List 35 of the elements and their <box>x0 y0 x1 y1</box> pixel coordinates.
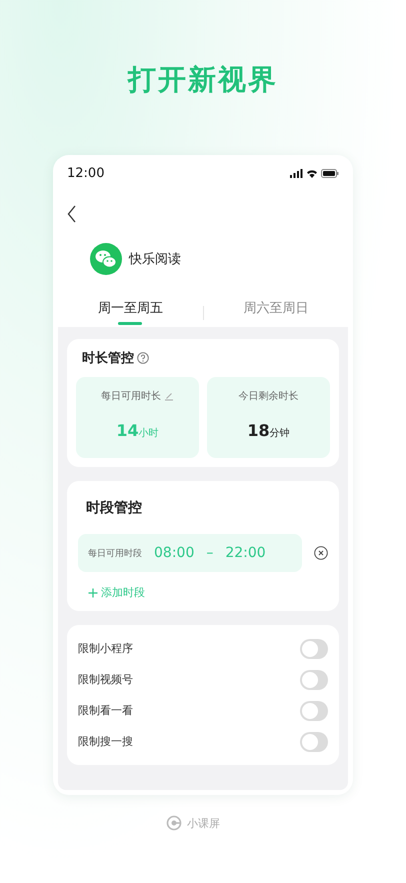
app-name: 快乐阅读 <box>129 251 181 268</box>
remove-icon[interactable] <box>314 546 328 560</box>
toggle-switch[interactable] <box>300 670 328 690</box>
battery-icon <box>321 168 339 178</box>
tile-label: 今日剩余时长 <box>238 390 298 403</box>
day-tab[interactable]: 周一至周五 <box>58 299 202 327</box>
period-label: 每日可用时段 <box>88 548 142 560</box>
back-icon[interactable] <box>67 205 77 223</box>
section-title: 时段管控 <box>85 499 143 517</box>
headline: 打开新视界 <box>128 62 278 98</box>
time-separator: – <box>206 545 214 561</box>
chat-bubbles-icon <box>90 243 122 275</box>
restriction-label: 限制小程序 <box>78 641 133 656</box>
brand-name: 小课屏 <box>187 816 220 830</box>
period-field[interactable]: 每日可用时段 08:00 – 22:00 <box>78 534 302 572</box>
plus-icon <box>88 588 98 598</box>
status-time: 12:00 <box>67 166 104 180</box>
wifi-icon <box>306 168 318 178</box>
start-time[interactable]: 08:00 <box>154 545 194 561</box>
restriction-label: 限制视频号 <box>78 672 133 687</box>
restriction-label: 限制搜一搜 <box>78 734 133 749</box>
duration-value: 14小时 <box>116 421 159 440</box>
toggle-switch[interactable] <box>300 732 328 752</box>
add-period-button[interactable]: 添加时段 <box>78 584 151 601</box>
toggle-switch[interactable] <box>300 638 328 658</box>
restriction-label: 限制看一看 <box>78 703 133 718</box>
section-title: 时长管控 <box>82 350 134 367</box>
help-icon <box>137 352 149 364</box>
signal-icon <box>290 168 303 178</box>
duration-value: 18分钟 <box>247 421 290 440</box>
logo-icon <box>166 815 182 831</box>
tile-label: 每日可用时长 <box>101 390 161 403</box>
day-tab[interactable]: 周六至周日 <box>204 299 348 327</box>
end-time[interactable]: 22:00 <box>225 545 266 561</box>
toggle-switch[interactable] <box>300 700 328 720</box>
